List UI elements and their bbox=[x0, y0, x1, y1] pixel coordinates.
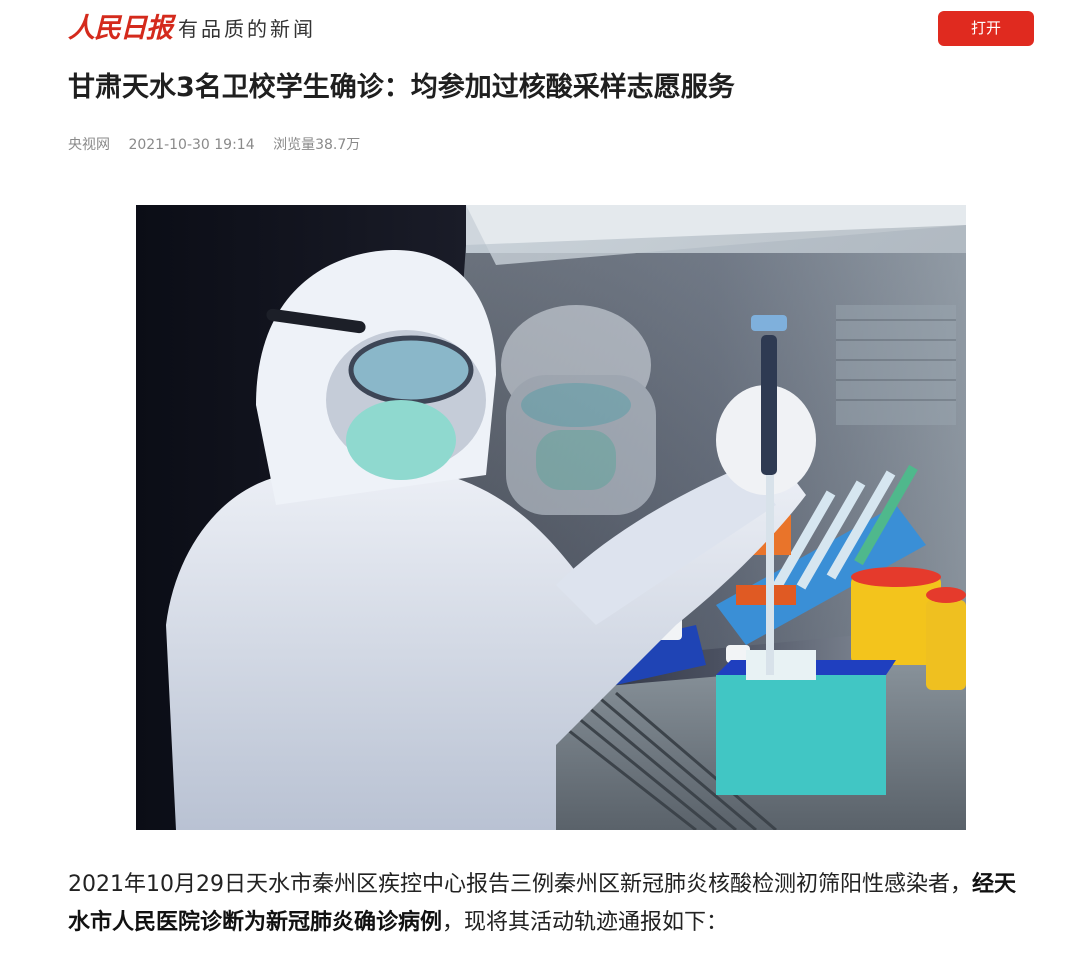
lab-worker-photo bbox=[136, 205, 966, 830]
article-paragraph: 2021年10月29日天水市秦州区疾控中心报告三例秦州区新冠肺炎核酸检测初筛阳性… bbox=[68, 866, 1028, 942]
article-source: 央视网 bbox=[68, 137, 110, 153]
article-datetime: 2021-10-30 19:14 bbox=[128, 137, 255, 153]
brand-logo[interactable]: 人民日报 bbox=[68, 12, 173, 46]
paragraph-text-1: 2021年10月29日天水市秦州区疾控中心报告三例秦州区新冠肺炎核酸检测初筛阳性… bbox=[68, 872, 972, 897]
article-title: 甘肃天水3名卫校学生确诊：均参加过核酸采样志愿服务 bbox=[68, 72, 735, 103]
paragraph-text-2: ，现将其活动轨迹通报如下： bbox=[442, 910, 729, 935]
article-meta: 央视网 2021-10-30 19:14 浏览量38.7万 bbox=[68, 134, 374, 156]
brand-slogan: 有品质的新闻 bbox=[178, 17, 316, 41]
app-header: 人民日报 有品质的新闻 打开 bbox=[0, 0, 1080, 58]
article-views: 浏览量38.7万 bbox=[273, 137, 361, 153]
open-app-button[interactable]: 打开 bbox=[938, 11, 1034, 46]
article-page: 人民日报 有品质的新闻 打开 甘肃天水3名卫校学生确诊：均参加过核酸采样志愿服务… bbox=[0, 0, 1080, 963]
